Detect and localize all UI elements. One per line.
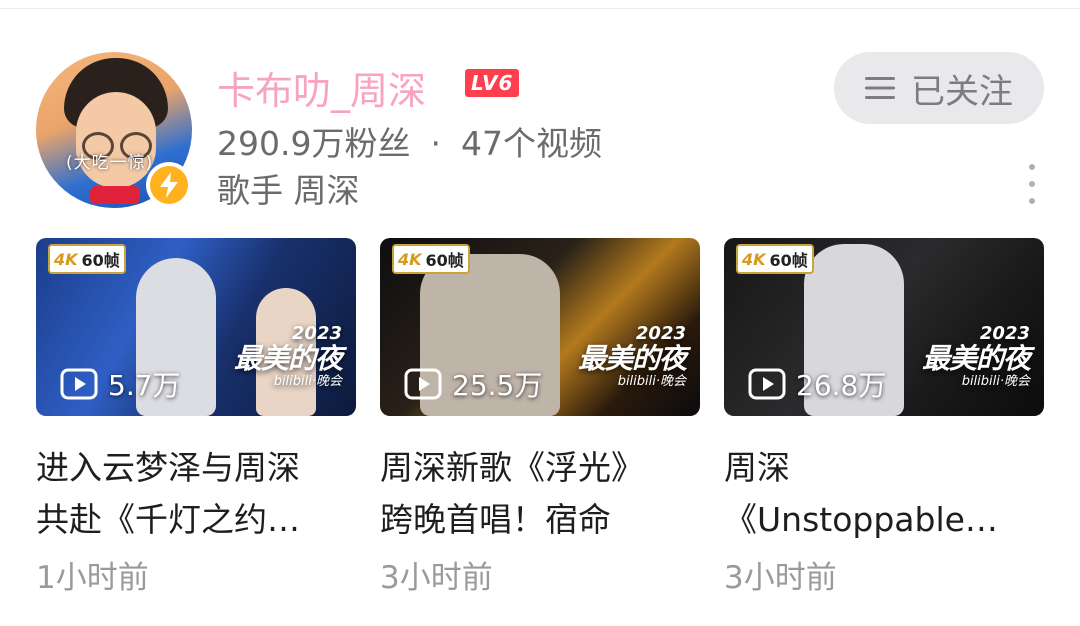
video-title[interactable]: 周深 《Unstoppable… (724, 442, 1044, 546)
video-thumbnail[interactable]: 4K 60帧 2023 最美的夜 bilibili·晚会 25.5万 (380, 238, 700, 416)
play-icon (60, 368, 98, 400)
followed-label: 已关注 (911, 71, 1013, 112)
more-options-icon[interactable] (1020, 164, 1044, 204)
video-title[interactable]: 周深新歌《浮光》 跨晚首唱！宿命 (380, 442, 700, 546)
quality-badge: 4K 60帧 (48, 244, 126, 274)
play-count: 26.8万 (748, 364, 886, 404)
videos-count: 47个视频 (460, 124, 602, 163)
stats-separator: · (430, 124, 441, 163)
verified-lightning-icon (146, 162, 192, 208)
channel-stats: 290.9万粉丝 · 47个视频 (217, 117, 602, 165)
channel-name[interactable]: 卡布叻_周深 (217, 60, 426, 115)
video-thumbnail[interactable]: 4K 60帧 2023 最美的夜 bilibili·晚会 5.7万 (36, 238, 356, 416)
menu-icon (865, 77, 895, 99)
video-time: 1小时前 (36, 560, 149, 596)
gala-logo: 2023 最美的夜 bilibili·晚会 (577, 323, 687, 390)
channel-description: 歌手 周深 (217, 171, 360, 210)
quality-badge: 4K 60帧 (392, 244, 470, 274)
play-icon (404, 368, 442, 400)
channel-card: (大吃一惊) 卡布叻_周深 LV6 290.9万粉丝 · 47个视频 歌手 周深 已… (0, 0, 1080, 626)
quality-badge: 4K 60帧 (736, 244, 814, 274)
video-title[interactable]: 进入云梦泽与周深 共赴《千灯之约… (36, 442, 356, 546)
video-card[interactable]: 4K 60帧 2023 最美的夜 bilibili·晚会 26.8万 周深 《Un… (724, 238, 1044, 597)
avatar-bow (90, 186, 140, 204)
video-card[interactable]: 4K 60帧 2023 最美的夜 bilibili·晚会 5.7万 进入云梦泽与周… (36, 238, 356, 597)
video-thumbnail[interactable]: 4K 60帧 2023 最美的夜 bilibili·晚会 26.8万 (724, 238, 1044, 416)
gala-logo: 2023 最美的夜 bilibili·晚会 (921, 323, 1031, 390)
play-count: 25.5万 (404, 364, 542, 404)
gala-logo: 2023 最美的夜 bilibili·晚会 (233, 323, 343, 390)
fans-count: 290.9万粉丝 (217, 124, 411, 163)
video-time: 3小时前 (380, 560, 493, 596)
video-card[interactable]: 4K 60帧 2023 最美的夜 bilibili·晚会 25.5万 周深新歌《浮… (380, 238, 700, 597)
play-count: 5.7万 (60, 364, 181, 404)
level-badge: LV6 (465, 69, 520, 97)
avatar-caption: (大吃一惊) (66, 153, 154, 173)
video-time: 3小时前 (724, 560, 837, 596)
play-icon (748, 368, 786, 400)
top-divider (0, 8, 1080, 9)
followed-button[interactable]: 已关注 (834, 52, 1044, 124)
